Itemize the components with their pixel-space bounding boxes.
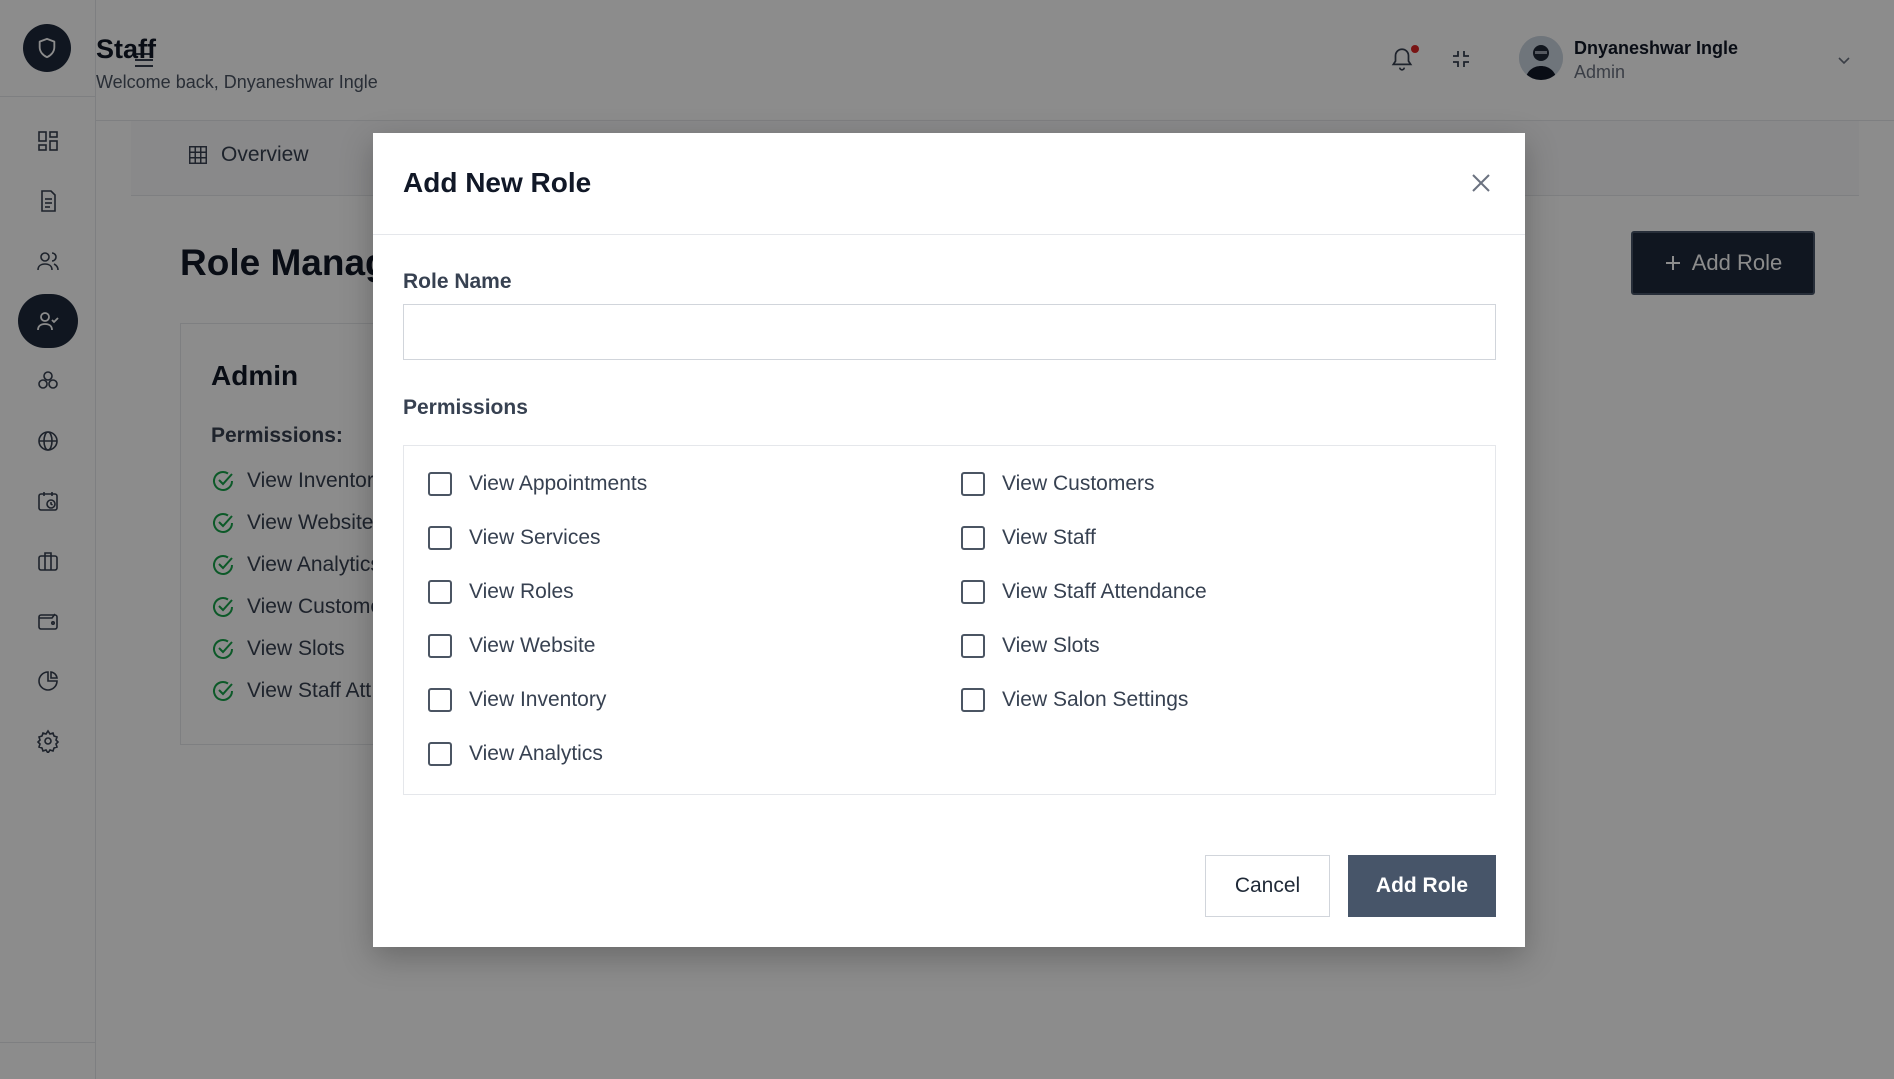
role-name-label: Role Name [403, 270, 512, 293]
checkbox-view-roles[interactable]: View Roles [428, 580, 574, 604]
permissions-box: View Appointments View Services View Rol… [403, 445, 1496, 795]
checkbox-view-customers[interactable]: View Customers [961, 472, 1155, 496]
checkbox[interactable] [428, 580, 452, 604]
checkbox[interactable] [961, 580, 985, 604]
checkbox-view-salon-settings[interactable]: View Salon Settings [961, 688, 1188, 712]
checkbox[interactable] [428, 688, 452, 712]
checkbox-view-staff[interactable]: View Staff [961, 526, 1096, 550]
checkbox-view-slots[interactable]: View Slots [961, 634, 1100, 658]
modal-title: Add New Role [403, 167, 592, 198]
submit-add-role-button[interactable]: Add Role [1348, 855, 1496, 917]
checkbox[interactable] [428, 526, 452, 550]
checkbox[interactable] [961, 526, 985, 550]
close-icon[interactable] [1467, 169, 1495, 197]
checkbox[interactable] [428, 634, 452, 658]
checkbox[interactable] [428, 472, 452, 496]
checkbox-view-inventory[interactable]: View Inventory [428, 688, 606, 712]
checkbox-view-staff-attendance[interactable]: View Staff Attendance [961, 580, 1207, 604]
checkbox-view-appointments[interactable]: View Appointments [428, 472, 647, 496]
checkbox-view-services[interactable]: View Services [428, 526, 601, 550]
cancel-button[interactable]: Cancel [1205, 855, 1330, 917]
checkbox[interactable] [961, 472, 985, 496]
checkbox-view-website[interactable]: View Website [428, 634, 595, 658]
permissions-label: Permissions [403, 396, 528, 419]
add-role-modal: Add New Role Role Name Permissions View … [373, 133, 1525, 947]
role-name-input[interactable] [403, 304, 1496, 360]
checkbox[interactable] [961, 634, 985, 658]
checkbox[interactable] [961, 688, 985, 712]
modal-header: Add New Role [373, 133, 1525, 235]
checkbox-view-analytics[interactable]: View Analytics [428, 742, 603, 766]
checkbox[interactable] [428, 742, 452, 766]
